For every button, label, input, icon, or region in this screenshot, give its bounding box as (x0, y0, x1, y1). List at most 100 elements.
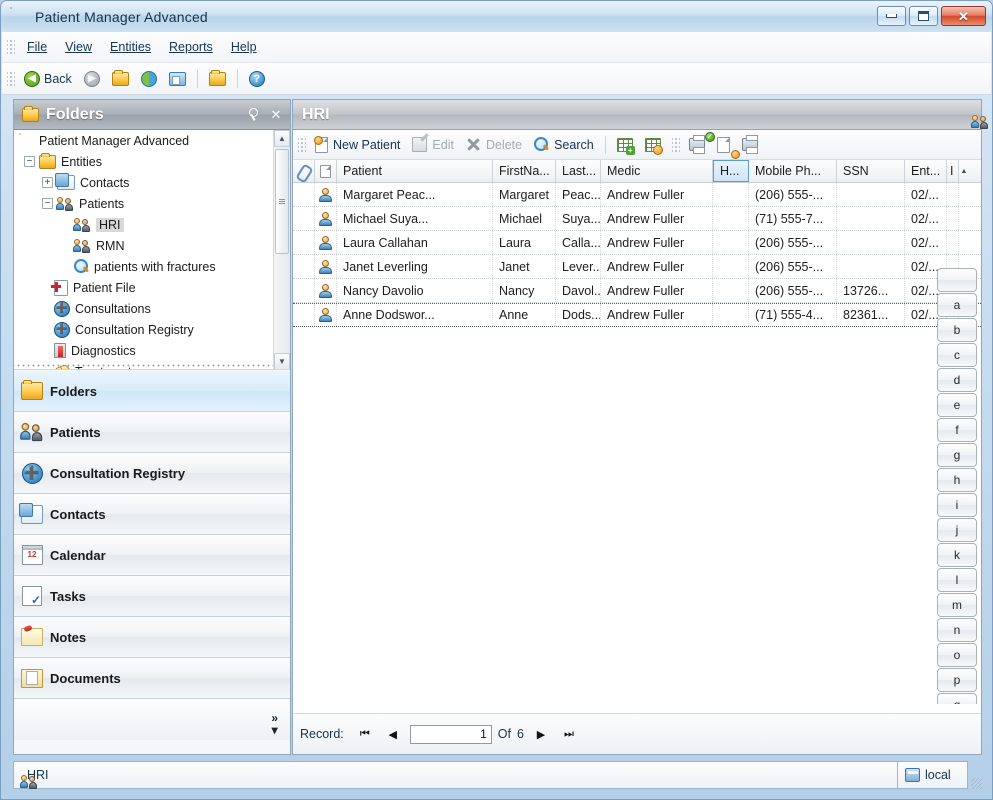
row-person-icon-cell[interactable] (315, 207, 337, 230)
print-preview-button[interactable] (711, 135, 740, 159)
cell-mobile[interactable]: (206) 555-... (749, 255, 837, 278)
menu-item-help[interactable]: Help (222, 36, 266, 58)
cell-lastname[interactable]: Dods... (556, 304, 601, 326)
cell-medic[interactable]: Andrew Fuller (601, 207, 713, 230)
cell-ssn[interactable]: 82361... (837, 304, 905, 326)
scrollbar-thumb[interactable] (275, 149, 289, 254)
cell-patient[interactable]: Nancy Davolio (337, 279, 493, 302)
alpha-button-h[interactable]: h (937, 468, 977, 492)
menu-item-entities[interactable]: Entities (101, 36, 160, 58)
alpha-button-all[interactable] (937, 268, 977, 292)
cell-firstname[interactable]: Anne (493, 304, 556, 326)
grid-column-document[interactable] (315, 160, 337, 182)
alpha-button-o[interactable]: o (937, 643, 977, 667)
cell-h[interactable] (713, 255, 749, 278)
nav-item-consultation-registry[interactable]: ➕ Consultation Registry (14, 453, 290, 494)
table-row[interactable]: Janet Leverling Janet Lever... Andrew Fu… (293, 255, 981, 279)
auto-hide-pin-icon[interactable] (242, 105, 262, 125)
collapse-expander[interactable]: − (24, 156, 35, 167)
table-row[interactable]: Nancy Davolio Nancy Davol... Andrew Full… (293, 279, 981, 303)
close-icon[interactable]: ✕ (266, 105, 286, 125)
alpha-button-g[interactable]: g (937, 443, 977, 467)
nav-item-calendar[interactable]: 12 Calendar (14, 535, 290, 576)
alpha-button-b[interactable]: b (937, 318, 977, 342)
cell-lastname[interactable]: Suya... (556, 207, 601, 230)
grid-column-i[interactable]: I (947, 160, 959, 182)
print-button[interactable] (736, 135, 764, 154)
folders-tree[interactable]: Patient Manager Advanced − Entities + Co… (14, 130, 290, 370)
menu-grip-handle[interactable] (7, 38, 15, 56)
row-person-icon-cell[interactable] (315, 255, 337, 278)
cell-medic[interactable]: Andrew Fuller (601, 304, 713, 326)
row-attachment-cell[interactable] (293, 279, 315, 302)
minimize-button[interactable] (877, 6, 906, 26)
cell-h[interactable] (713, 183, 749, 206)
last-record-button[interactable]: ⏭ (558, 724, 580, 744)
alpha-button-l[interactable]: l (937, 568, 977, 592)
row-attachment-cell[interactable] (293, 183, 315, 206)
cell-patient[interactable]: Anne Dodswor... (337, 304, 493, 326)
record-number-input[interactable]: 1 (409, 724, 492, 744)
cell-h[interactable] (713, 231, 749, 254)
cell-ssn[interactable]: 13726... (837, 279, 905, 302)
grid-column-entry[interactable]: Ent... (905, 160, 947, 182)
alpha-button-c[interactable]: c (937, 343, 977, 367)
cell-entry[interactable]: 02/... (905, 207, 947, 230)
collapse-expander[interactable]: − (42, 198, 53, 209)
content-toolbar-grip[interactable] (298, 135, 306, 154)
alpha-button-m[interactable]: m (937, 593, 977, 617)
cell-firstname[interactable]: Nancy (493, 279, 556, 302)
tree-node-consultation-registry[interactable]: ➕ Consultation Registry (14, 319, 290, 340)
filter-view-button[interactable] (639, 136, 667, 155)
row-person-icon-cell[interactable] (315, 279, 337, 302)
alpha-button-k[interactable]: k (937, 543, 977, 567)
cell-patient[interactable]: Michael Suya... (337, 207, 493, 230)
alpha-button-e[interactable]: e (937, 393, 977, 417)
cell-mobile[interactable]: (71) 555-4... (749, 304, 837, 326)
tree-node-patients-with-fractures[interactable]: patients with fractures (14, 256, 290, 277)
table-row[interactable]: Margaret Peac... Margaret Peac... Andrew… (293, 183, 981, 207)
row-attachment-cell[interactable] (293, 304, 315, 326)
publish-button[interactable]: ✓ (683, 132, 715, 154)
folders-toggle-button[interactable] (203, 69, 232, 88)
menu-item-file[interactable]: File (18, 36, 56, 58)
alpha-button-i[interactable]: i (937, 493, 977, 517)
cell-medic[interactable]: Andrew Fuller (601, 231, 713, 254)
menu-item-reports[interactable]: Reports (160, 36, 222, 58)
nav-item-patients[interactable]: Patients (14, 412, 290, 453)
tree-node-root[interactable]: Patient Manager Advanced (14, 130, 290, 151)
new-patient-button[interactable]: New Patient (309, 135, 406, 155)
alpha-button-n[interactable]: n (937, 618, 977, 642)
help-button[interactable]: ? (243, 69, 271, 89)
cell-h[interactable] (713, 207, 749, 230)
scroll-up-button[interactable]: ▲ (274, 130, 290, 147)
content-toolbar-grip-2[interactable] (671, 135, 680, 154)
nav-overflow-button[interactable]: » ▾ (14, 699, 290, 740)
next-record-button[interactable]: ▶ (530, 724, 552, 744)
alpha-button-d[interactable]: d (937, 368, 977, 392)
nav-item-notes[interactable]: Notes (14, 617, 290, 658)
cell-mobile[interactable]: (71) 555-7... (749, 207, 837, 230)
expand-expander[interactable]: + (42, 177, 53, 188)
cell-entry[interactable]: 02/... (905, 231, 947, 254)
tree-node-patients[interactable]: − Patients (14, 193, 290, 214)
row-person-icon-cell[interactable] (315, 183, 337, 206)
window-resize-grip[interactable] (968, 761, 982, 789)
cell-firstname[interactable]: Margaret (493, 183, 556, 206)
previous-record-button[interactable]: ◀ (382, 724, 404, 744)
nav-item-tasks[interactable]: Tasks (14, 576, 290, 617)
new-folder-button[interactable] (106, 69, 135, 88)
tree-node-entities[interactable]: − Entities (14, 151, 290, 172)
grid-column-attachment[interactable] (293, 160, 315, 182)
table-row[interactable]: Laura Callahan Laura Calla... Andrew Ful… (293, 231, 981, 255)
cell-ssn[interactable] (837, 231, 905, 254)
cell-medic[interactable]: Andrew Fuller (601, 279, 713, 302)
home-button[interactable] (163, 70, 192, 88)
cell-patient[interactable]: Margaret Peac... (337, 183, 493, 206)
cell-ssn[interactable] (837, 207, 905, 230)
cell-patient[interactable]: Laura Callahan (337, 231, 493, 254)
row-attachment-cell[interactable] (293, 207, 315, 230)
alpha-button-a[interactable]: a (937, 293, 977, 317)
scroll-down-button[interactable]: ▼ (274, 353, 290, 369)
add-view-button[interactable] (611, 136, 639, 155)
